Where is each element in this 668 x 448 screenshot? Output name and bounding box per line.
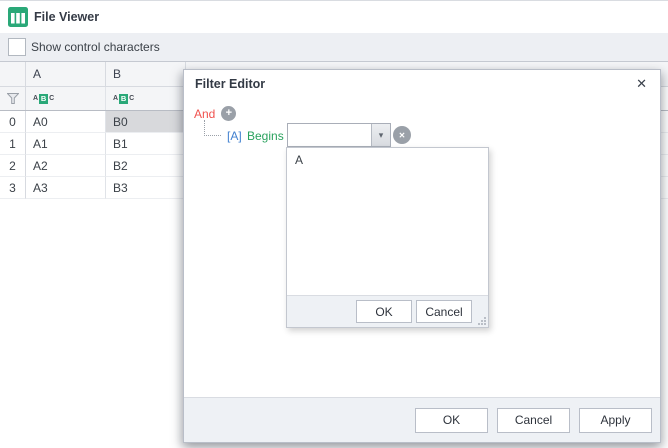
filter-cell-b[interactable]: ABC <box>106 87 186 110</box>
dialog-footer: OK Cancel Apply <box>184 397 660 442</box>
tree-connector <box>204 120 221 136</box>
ok-button[interactable]: OK <box>415 408 488 433</box>
chevron-down-icon[interactable]: ▾ <box>371 124 390 146</box>
text-type-icon: ABC <box>113 94 134 104</box>
close-icon[interactable]: ✕ <box>636 76 647 92</box>
show-control-characters-label: Show control characters <box>31 40 160 54</box>
file-viewer-window: File Viewer Show control characters A B … <box>0 0 668 448</box>
group-operator-and[interactable]: And <box>194 107 215 121</box>
filter-row-indicator <box>0 87 26 110</box>
remove-condition-icon[interactable]: ✕ <box>393 126 411 144</box>
row-header[interactable]: 3 <box>0 177 26 199</box>
cell-b2[interactable]: B2 <box>106 155 186 177</box>
popup-cancel-button[interactable]: Cancel <box>416 300 472 323</box>
cell-a2[interactable]: A2 <box>26 155 106 177</box>
condition-value-combo: ▾ <box>287 123 391 147</box>
toolbar: Show control characters <box>0 33 668 62</box>
cell-a3[interactable]: A3 <box>26 177 106 199</box>
row-header[interactable]: 2 <box>0 155 26 177</box>
filter-cell-a[interactable]: ABC <box>26 87 106 110</box>
funnel-icon <box>7 93 19 104</box>
dialog-title: Filter Editor <box>195 77 265 91</box>
condition-value-input[interactable] <box>288 124 371 146</box>
cancel-button[interactable]: Cancel <box>497 408 570 433</box>
cell-b3[interactable]: B3 <box>106 177 186 199</box>
table-icon <box>8 7 28 27</box>
value-dropdown-popup: A OK Cancel <box>286 147 489 328</box>
column-header-b[interactable]: B <box>106 62 186 86</box>
row-header[interactable]: 0 <box>0 111 26 133</box>
cell-a1[interactable]: A1 <box>26 133 106 155</box>
resize-grip[interactable] <box>476 315 486 325</box>
apply-button[interactable]: Apply <box>579 408 652 433</box>
popup-list-item[interactable]: A <box>287 148 488 172</box>
cell-b0-selected[interactable]: B0 <box>106 111 186 133</box>
add-condition-icon[interactable]: + <box>221 106 236 121</box>
titlebar: File Viewer <box>0 1 668 33</box>
text-type-icon: ABC <box>33 94 54 104</box>
column-header-a[interactable]: A <box>26 62 106 86</box>
grid-corner-cell <box>0 62 26 86</box>
show-control-characters-checkbox[interactable] <box>8 38 26 56</box>
condition-field[interactable]: [A] <box>227 129 242 143</box>
row-header[interactable]: 1 <box>0 133 26 155</box>
cell-a0[interactable]: A0 <box>26 111 106 133</box>
cell-b1[interactable]: B1 <box>106 133 186 155</box>
page-title: File Viewer <box>34 10 99 24</box>
popup-ok-button[interactable]: OK <box>356 300 412 323</box>
group-operator-row: And + <box>194 106 236 121</box>
filter-editor-dialog: Filter Editor ✕ And + [A] Begins with ▾ … <box>183 69 661 443</box>
popup-footer: OK Cancel <box>287 295 488 327</box>
